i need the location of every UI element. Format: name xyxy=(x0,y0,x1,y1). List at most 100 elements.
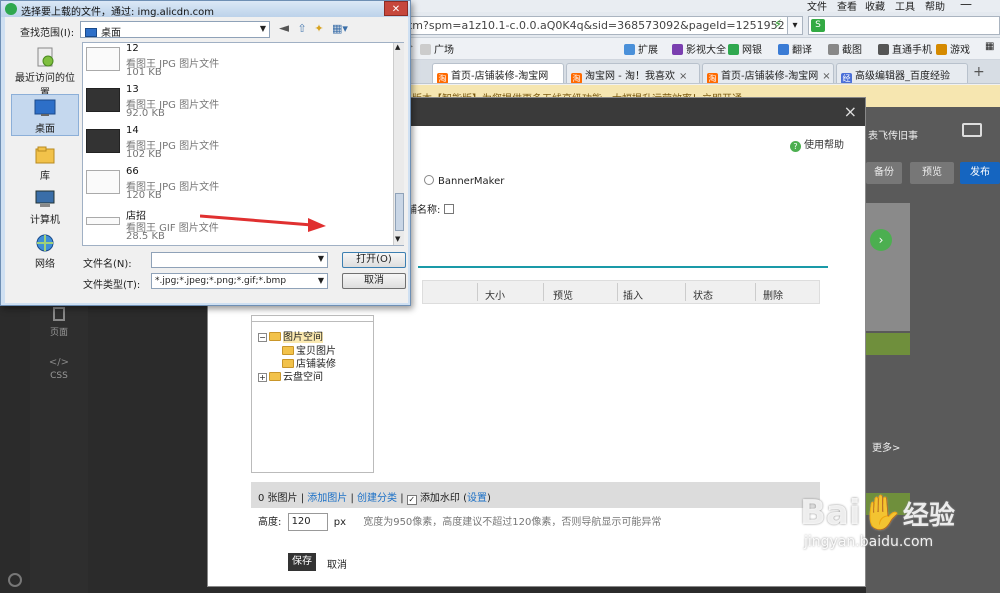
save-button[interactable]: 保存 xyxy=(288,553,316,571)
preview-button[interactable]: 预览 xyxy=(910,162,954,184)
scroll-down-icon[interactable]: ▼ xyxy=(395,235,400,243)
library-icon xyxy=(35,146,55,164)
cancel-button[interactable]: 取消 xyxy=(342,273,406,289)
filetype-select[interactable]: *.jpg;*.jpeg;*.png;*.gif;*.bmp ▼ xyxy=(151,273,328,289)
chevron-down-icon[interactable]: ▼ xyxy=(318,254,324,263)
tree-node-cloud-space[interactable]: + 云盘空间 xyxy=(258,368,323,383)
image-count: 0 张图片 xyxy=(258,493,298,504)
file-list-scrollbar[interactable]: ▲ ▼ xyxy=(393,43,404,245)
tab-baidu-jingyan[interactable]: 经高级编辑器_百度经验 xyxy=(836,63,968,83)
place-network[interactable]: 网络 xyxy=(11,230,79,270)
add-image-link[interactable]: 添加图片 xyxy=(307,493,347,504)
fav-phone[interactable]: 直通手机 xyxy=(878,41,932,56)
place-recent[interactable]: 最近访问的位置 xyxy=(11,44,79,99)
more-link[interactable]: 更多> xyxy=(872,439,900,454)
column-divider xyxy=(755,283,756,301)
collapse-icon[interactable]: − xyxy=(258,333,267,342)
folder-icon xyxy=(269,332,281,341)
minimize-icon[interactable]: — xyxy=(960,0,972,11)
lookin-dropdown[interactable]: 桌面 ▼ xyxy=(80,21,270,39)
cancel-link[interactable]: 取消 xyxy=(327,556,347,571)
close-icon[interactable]: × xyxy=(822,71,830,82)
nav-page[interactable]: 页面 xyxy=(30,307,88,338)
page-icon xyxy=(420,44,431,55)
fav-translate[interactable]: 翻译 xyxy=(778,41,812,56)
new-folder-icon[interactable]: ✦ xyxy=(312,22,326,36)
expand-icon[interactable]: + xyxy=(258,373,267,382)
desktop-icon xyxy=(85,28,97,37)
publish-button[interactable]: 发布 xyxy=(960,162,1000,184)
dialog-body: 查找范围(I): 桌面▼ ◄ ⇧ ✦ ▦▾ 最近访问的位置 桌面 库 xyxy=(5,17,408,303)
place-computer[interactable]: 计算机 xyxy=(11,186,79,226)
close-icon[interactable]: ✕ xyxy=(384,1,408,16)
tab-shop-decor-2[interactable]: 淘首页-店铺装修-淘宝网 × xyxy=(702,63,834,83)
fav-video[interactable]: 影视大全 xyxy=(672,41,726,56)
height-unit: px xyxy=(333,517,347,528)
fav-screenshot[interactable]: 截图 xyxy=(828,41,862,56)
up-folder-icon[interactable]: ⇧ xyxy=(295,22,309,36)
open-button[interactable]: 打开(O) xyxy=(342,252,406,268)
column-divider xyxy=(685,283,686,301)
search-engine-icon[interactable]: S xyxy=(811,19,825,32)
shopname-option[interactable]: 铺名称: xyxy=(407,201,454,216)
file-item[interactable]: 13 看图王 JPG 图片文件 92.0 KB xyxy=(86,84,386,125)
back-icon[interactable]: ◄ xyxy=(277,22,291,36)
backup-button[interactable]: 备份 xyxy=(866,162,902,184)
tree-node-image-space[interactable]: − 图片空间 xyxy=(258,328,323,343)
file-item[interactable]: 14 看图王 JPG 图片文件 102 KB xyxy=(86,125,386,166)
gamepad-icon xyxy=(936,44,947,55)
dropdown-icon[interactable]: ▾ xyxy=(787,16,803,35)
watermark-settings-link[interactable]: 设置 xyxy=(467,493,487,504)
shop-name[interactable]: 表飞传旧事 xyxy=(868,127,918,142)
scroll-up-icon[interactable]: ▲ xyxy=(395,43,400,51)
radio-button[interactable] xyxy=(424,175,434,185)
dialog-titlebar: 选择要上载的文件，通过: img.alicdn.com ✕ xyxy=(1,1,410,18)
close-icon[interactable]: × xyxy=(844,104,857,120)
new-tab-icon[interactable]: + xyxy=(973,64,985,80)
tab-taobao-home[interactable]: 淘淘宝网 - 淘！我喜欢 × xyxy=(566,63,700,83)
taobao-icon: 淘 xyxy=(707,73,718,83)
file-size: 101 KB xyxy=(126,67,162,78)
fav-broad[interactable]: 广场 xyxy=(420,41,454,56)
view-menu-icon[interactable]: ▦▾ xyxy=(329,22,351,36)
bannermaker-option[interactable]: BannerMaker xyxy=(424,175,504,187)
next-arrow-icon[interactable]: › xyxy=(870,229,892,251)
network-globe-icon xyxy=(36,234,54,252)
file-item[interactable]: 12 看图王 JPG 图片文件 101 KB xyxy=(86,43,386,84)
place-library[interactable]: 库 xyxy=(11,142,79,182)
scroll-thumb[interactable] xyxy=(395,193,404,231)
paw-icon: ✋ xyxy=(860,493,903,533)
settings-gear-icon[interactable] xyxy=(8,573,22,587)
create-category-link[interactable]: 创建分类 xyxy=(357,493,397,504)
image-toolbar: 0 张图片 | 添加图片 | 创建分类 | ✓ 添加水印 (设置) xyxy=(251,482,820,508)
green-band xyxy=(866,333,910,355)
fav-games[interactable]: 游戏 xyxy=(936,41,970,56)
place-desktop[interactable]: 桌面 xyxy=(11,94,79,136)
computer-icon xyxy=(35,190,55,207)
filename-input[interactable]: ▼ xyxy=(151,252,328,268)
col-insert: 插入 xyxy=(623,291,643,302)
height-input[interactable]: 120 xyxy=(287,513,328,531)
video-icon xyxy=(672,44,683,55)
red-arrow-annotation xyxy=(200,214,326,232)
help-link[interactable]: ? 使用帮助 xyxy=(790,136,844,152)
shield-icon xyxy=(728,44,739,55)
watermark-checkbox[interactable]: ✓ xyxy=(406,495,417,505)
image-thumbnail xyxy=(86,217,120,225)
search-input[interactable]: S xyxy=(808,16,1000,35)
col-size: 大小 xyxy=(485,291,505,302)
file-size: 92.0 KB xyxy=(126,108,165,119)
grid-icon[interactable]: ▦ xyxy=(985,41,994,52)
file-item[interactable]: 66 看图王 JPG 图片文件 120 KB xyxy=(86,166,386,207)
shopname-checkbox[interactable] xyxy=(443,204,454,214)
url-field[interactable]: ntm?spm=a1z10.1-c.0.0.aQ0K4q&sid=3685730… xyxy=(396,16,788,35)
fav-bank[interactable]: 网银 xyxy=(728,41,762,56)
chevron-down-icon[interactable]: ▼ xyxy=(317,276,324,285)
tab-shop-decor-1[interactable]: 淘首页-店铺装修-淘宝网 xyxy=(432,63,564,83)
mail-icon[interactable] xyxy=(962,123,982,137)
fav-extensions[interactable]: 扩展 xyxy=(624,41,658,56)
nav-css[interactable]: </> CSS xyxy=(30,357,88,381)
col-preview: 预览 xyxy=(553,291,573,302)
lightning-icon[interactable]: ⚡ xyxy=(770,16,786,35)
close-icon[interactable]: × xyxy=(679,71,687,82)
